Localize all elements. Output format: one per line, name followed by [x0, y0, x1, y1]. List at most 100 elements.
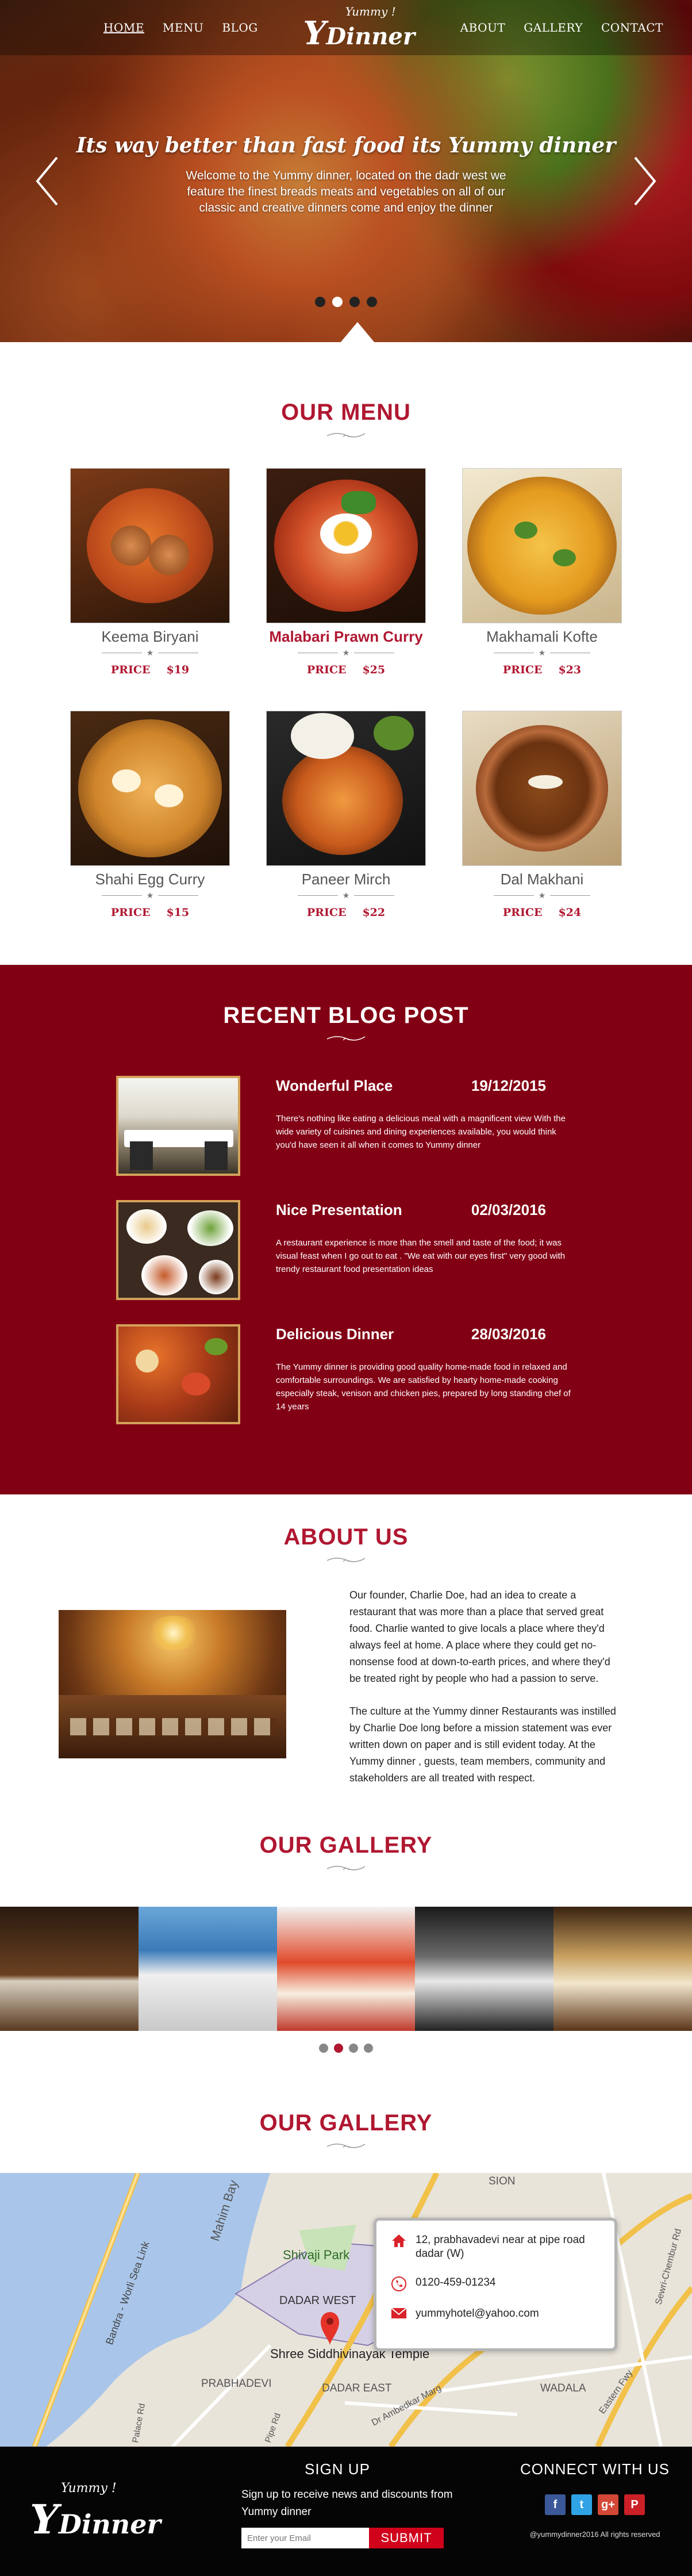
- social-links: f t g+ P: [517, 2494, 672, 2515]
- slider-dot[interactable]: [364, 2044, 373, 2053]
- blog-post-photo: [116, 1200, 240, 1300]
- blog-post-title[interactable]: Nice Presentation: [276, 1201, 402, 1219]
- blog-post-excerpt: The Yummy dinner is providing good quali…: [276, 1362, 571, 1412]
- twitter-icon[interactable]: t: [571, 2494, 592, 2515]
- contact-address-row: 12, prabhavadevi near at pipe road dadar…: [390, 2233, 601, 2261]
- nav-menu-link[interactable]: MENU: [163, 21, 203, 34]
- dish-price: PRICE $19: [110, 664, 190, 676]
- gallery-photo[interactable]: [138, 1907, 277, 2031]
- contact-email[interactable]: yummyhotel@yahoo.com: [416, 2307, 539, 2321]
- star-divider: ★: [462, 891, 622, 900]
- star-icon: ★: [342, 648, 350, 657]
- star-icon: ★: [146, 648, 154, 657]
- contact-card: 12, prabhavadevi near at pipe road dadar…: [374, 2218, 617, 2351]
- menu-item[interactable]: Dal Makhani ★ PRICE $24: [462, 711, 622, 919]
- nav-blog-link[interactable]: BLOG: [222, 21, 257, 34]
- slider-dot[interactable]: [315, 297, 325, 307]
- gallery-photo[interactable]: [0, 1907, 139, 2031]
- google-plus-icon[interactable]: g+: [598, 2494, 618, 2515]
- about-title: ABOUT US: [283, 1524, 409, 1550]
- top-navigation: HOME MENU BLOG Yummy ! YDinner ABOUT GAL…: [0, 0, 692, 55]
- contact-phone[interactable]: 0120-459-01234: [416, 2276, 495, 2292]
- nav-left-group: HOME MENU BLOG: [103, 21, 258, 34]
- home-icon: [390, 2233, 407, 2261]
- blog-post[interactable]: Nice Presentation 02/03/2016 A restaurant…: [116, 1200, 576, 1300]
- slider-dot-active[interactable]: [334, 2044, 343, 2053]
- slider-dot[interactable]: [349, 2044, 358, 2053]
- menu-item[interactable]: Paneer Mirch ★ PRICE $22: [266, 711, 426, 919]
- nav-about-link[interactable]: ABOUT: [460, 21, 506, 34]
- blog-post[interactable]: Wonderful Place 19/12/2015 There's nothin…: [116, 1076, 576, 1176]
- star-divider: ★: [70, 891, 230, 900]
- swirl-divider-icon: [326, 2144, 366, 2148]
- gallery-strip: [0, 1907, 692, 2031]
- map-label: PRABHADEVI: [201, 2378, 271, 2390]
- slider-dot-active[interactable]: [332, 297, 343, 307]
- nav-home-link[interactable]: HOME: [103, 21, 144, 34]
- dish-photo: [70, 468, 230, 623]
- nav-contact-link[interactable]: CONTACT: [601, 21, 663, 34]
- site-logo[interactable]: Yummy ! YDinner: [303, 6, 415, 49]
- hero-prev-arrow[interactable]: [32, 155, 64, 207]
- blog-post-title[interactable]: Delicious Dinner: [276, 1325, 394, 1343]
- envelope-icon: [390, 2307, 407, 2321]
- slider-dot[interactable]: [367, 297, 377, 307]
- footer-logo-initial: Y: [30, 2496, 59, 2543]
- dish-name: Paneer Mirch: [301, 871, 391, 888]
- dish-photo: [70, 711, 230, 866]
- footer-logo[interactable]: Yummy ! YDinner: [30, 2481, 161, 2543]
- about-section: ABOUT US Our founder, Charlie Doe, had a…: [0, 1494, 692, 1827]
- menu-title: OUR MENU: [281, 400, 411, 425]
- signup-title: SIGN UP: [305, 2460, 370, 2478]
- dish-photo: [266, 711, 426, 866]
- gallery-photo[interactable]: [553, 1907, 692, 2031]
- map-label: Pipe Rd: [263, 2412, 283, 2444]
- blog-post-date: 02/03/2016: [471, 1201, 546, 1218]
- menu-section: OUR MENU Keema Biryani ★ PRICE $19 Malaba…: [0, 342, 692, 965]
- menu-item[interactable]: Malabari Prawn Curry ★ PRICE $25: [266, 468, 426, 676]
- hero-next-arrow[interactable]: [628, 155, 660, 207]
- dish-name: Malabari Prawn Curry: [269, 628, 423, 645]
- gallery-slider-dots: [0, 2044, 692, 2053]
- dish-name: Shahi Egg Curry: [95, 871, 205, 888]
- connect-block: CONNECT WITH US f t g+ P @yummydinner201…: [517, 2460, 672, 2539]
- facebook-icon[interactable]: f: [545, 2494, 566, 2515]
- hero-text-block: Its way better than fast food its Yummy …: [0, 133, 692, 216]
- location-map[interactable]: Mahim Bay Shivaji Park DADAR WEST Shree …: [0, 2173, 692, 2447]
- signup-form: SUBMIT: [241, 2528, 483, 2548]
- menu-item[interactable]: Shahi Egg Curry ★ PRICE $15: [70, 711, 230, 919]
- blog-post-date: 28/03/2016: [471, 1325, 546, 1343]
- blog-post[interactable]: Delicious Dinner 28/03/2016 The Yummy din…: [116, 1324, 576, 1424]
- star-icon: ★: [146, 891, 154, 900]
- hero-slider-dots: [0, 297, 692, 307]
- gallery-photo[interactable]: [276, 1907, 416, 2031]
- blog-post-title[interactable]: Wonderful Place: [276, 1077, 393, 1095]
- menu-item[interactable]: Makhamali Kofte ★ PRICE $23: [462, 468, 622, 676]
- menu-item[interactable]: Keema Biryani ★ PRICE $19: [70, 468, 230, 676]
- dish-photo: [462, 711, 622, 866]
- pinterest-icon[interactable]: P: [624, 2494, 645, 2515]
- logo-initial: Y: [303, 14, 326, 52]
- submit-button[interactable]: SUBMIT: [369, 2528, 444, 2548]
- footer-logo-wordmark: Dinner: [58, 2509, 161, 2540]
- gallery-photo[interactable]: [415, 1907, 554, 2031]
- star-divider: ★: [266, 891, 426, 900]
- logo-wordmark: Dinner: [326, 23, 415, 50]
- star-icon: ★: [342, 891, 350, 900]
- slider-dot[interactable]: [319, 2044, 328, 2053]
- about-paragraph: Our founder, Charlie Doe, had an idea to…: [349, 1589, 610, 1684]
- map-label: Shivaji Park: [283, 2248, 350, 2262]
- slider-dot[interactable]: [349, 297, 360, 307]
- copyright-text: @yummydinner2016 All rights reserved: [529, 2530, 660, 2539]
- map-label: Sewri-Chembur Rd: [653, 2228, 683, 2306]
- about-text: Our founder, Charlie Doe, had an idea to…: [349, 1587, 620, 1787]
- blog-section: RECENT BLOG POST Wonderful Place 19/12/20…: [0, 965, 692, 1494]
- dish-price: PRICE $24: [502, 906, 582, 919]
- swirl-divider-icon: [326, 1866, 366, 1870]
- dish-name: Keema Biryani: [101, 628, 199, 645]
- star-divider: ★: [266, 648, 426, 658]
- map-label: WADALA: [540, 2382, 586, 2394]
- nav-gallery-link[interactable]: GALLERY: [524, 21, 583, 34]
- signup-email-input[interactable]: [241, 2528, 369, 2548]
- signup-block: SIGN UP Sign up to receive news and disc…: [241, 2460, 483, 2548]
